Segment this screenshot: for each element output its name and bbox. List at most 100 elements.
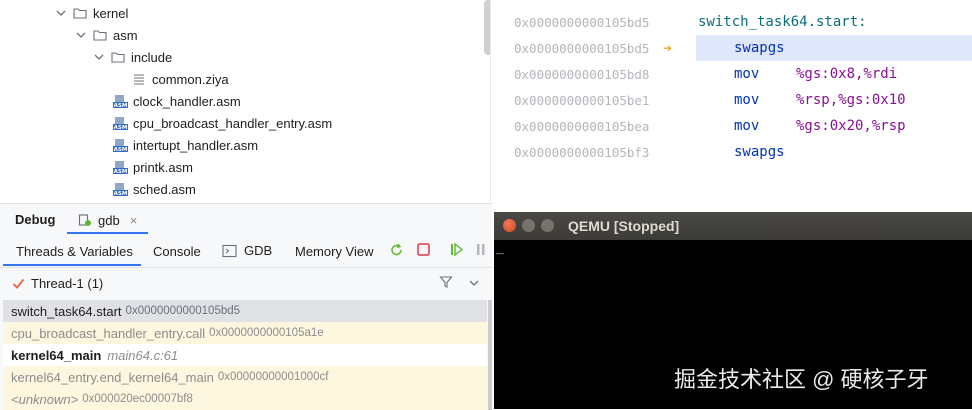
separator xyxy=(0,267,492,268)
disasm-row[interactable]: 0x0000000000105bd8 mov %gs:0x8,%rdi xyxy=(491,61,972,87)
tree-item-sched[interactable]: ASM sched.asm xyxy=(113,178,196,200)
debug-config-icon xyxy=(78,214,91,226)
frame-location: 0x0000000000105a1e xyxy=(209,327,324,339)
disasm-address: 0x0000000000105be1 xyxy=(514,92,650,108)
disasm-row[interactable]: 0x0000000000105bea mov %gs:0x20,%rsp xyxy=(491,113,972,139)
debug-panel: Debug gdb × Threads & Variables Console … xyxy=(0,203,492,410)
folder-icon xyxy=(73,8,87,19)
svg-text:ASM: ASM xyxy=(114,191,128,197)
resume-icon[interactable] xyxy=(449,242,464,257)
disassembly-view: 0x0000000000105bd5 switch_task64.start: … xyxy=(491,0,972,205)
frame-name: kernel64_entry.end_kernel64_main xyxy=(11,369,214,385)
asm-file-icon: ASM xyxy=(113,94,128,109)
tab-gdb[interactable]: GDB xyxy=(222,243,272,258)
chevron-down-icon[interactable] xyxy=(468,277,480,289)
thread-selector[interactable]: Thread-1 (1) xyxy=(12,272,103,294)
asm-file-icon: ASM xyxy=(113,116,128,131)
asm-file-icon: ASM xyxy=(113,182,128,197)
frames-scrollbar[interactable] xyxy=(488,300,492,410)
tree-item-label: intertupt_handler.asm xyxy=(133,137,259,153)
frame-location: 0x0000000000105bd5 xyxy=(125,305,241,317)
frame-name: kernel64_main xyxy=(11,347,102,363)
disasm-label: switch_task64.start: xyxy=(698,14,867,30)
disasm-row[interactable]: 0x0000000000105bf3 swapgs xyxy=(491,139,972,165)
tree-item-label: include xyxy=(131,49,173,65)
tree-item-label: cpu_broadcast_handler_entry.asm xyxy=(133,115,333,131)
svg-text:ASM: ASM xyxy=(114,125,128,131)
disasm-operands: %gs:0x20,%rsp xyxy=(796,118,906,134)
maximize-window-button[interactable] xyxy=(541,219,554,232)
svg-text:ASM: ASM xyxy=(114,103,128,109)
stack-frame[interactable]: kernel64_entry.end_kernel64_main 0x00000… xyxy=(3,366,487,388)
tab-threads-variables[interactable]: Threads & Variables xyxy=(16,244,133,259)
tree-item-kernel[interactable]: kernel xyxy=(55,2,128,24)
stack-frame-selected[interactable]: switch_task64.start 0x0000000000105bd5 xyxy=(3,300,487,322)
svg-text:ASM: ASM xyxy=(114,169,128,175)
stack-frame[interactable]: cpu_broadcast_handler_entry.call 0x00000… xyxy=(3,322,487,344)
tree-item-include[interactable]: include xyxy=(93,46,172,68)
filter-icon[interactable] xyxy=(439,275,453,289)
tree-item-cpu-broadcast[interactable]: ASM cpu_broadcast_handler_entry.asm xyxy=(113,112,332,134)
active-subtab-indicator xyxy=(3,264,141,266)
disasm-address: 0x0000000000105bd5 xyxy=(514,40,650,56)
frame-name: cpu_broadcast_handler_entry.call xyxy=(11,325,206,341)
close-icon[interactable]: × xyxy=(130,213,138,228)
disasm-mnemonic: swapgs xyxy=(734,144,785,160)
disasm-mnemonic: mov xyxy=(734,66,760,82)
frame-name: <unknown> xyxy=(11,391,79,407)
tree-item-interrupt-handler[interactable]: ASM intertupt_handler.asm xyxy=(113,134,258,156)
tree-item-label: printk.asm xyxy=(133,159,193,175)
disasm-mnemonic: swapgs xyxy=(734,40,785,56)
tree-item-label: common.ziya xyxy=(152,71,229,87)
rerun-icon[interactable] xyxy=(389,242,405,258)
disasm-address: 0x0000000000105bf3 xyxy=(514,144,650,160)
active-tab-indicator xyxy=(67,232,148,234)
chevron-down-icon[interactable] xyxy=(93,51,105,63)
debug-title: Debug xyxy=(15,212,56,227)
tab-console[interactable]: Console xyxy=(153,244,201,259)
tree-item-label: asm xyxy=(113,27,138,43)
chevron-down-icon[interactable] xyxy=(55,7,67,19)
stack-frame[interactable]: kernel64_main main64.c:61 xyxy=(3,344,487,366)
frame-location: 0x00000000001000cf xyxy=(217,371,329,383)
disasm-row-current[interactable]: 0x0000000000105bd5 ➔ swapgs xyxy=(491,35,972,61)
watermark: 掘金技术社区 @ 硬核子牙 xyxy=(674,367,929,392)
qemu-titlebar[interactable]: QEMU [Stopped] xyxy=(494,212,972,240)
tab-gdb-label: GDB xyxy=(244,243,273,258)
tree-item-label: clock_handler.asm xyxy=(133,93,241,109)
frame-location: main64.c:61 xyxy=(107,347,179,363)
frame-name: switch_task64.start xyxy=(11,303,122,319)
qemu-title: QEMU [Stopped] xyxy=(568,218,680,234)
folder-icon xyxy=(93,30,107,41)
terminal-icon xyxy=(222,244,237,257)
tree-item-clock-handler[interactable]: ASM clock_handler.asm xyxy=(113,90,241,112)
disasm-row[interactable]: 0x0000000000105be1 mov %rsp,%gs:0x10 xyxy=(491,87,972,113)
pause-icon[interactable] xyxy=(475,242,487,257)
asm-file-icon: ASM xyxy=(113,160,128,175)
tab-memory-view[interactable]: Memory View xyxy=(295,244,374,259)
disasm-operands: %gs:0x8,%rdi xyxy=(796,66,898,82)
stop-icon[interactable] xyxy=(416,242,431,257)
folder-icon xyxy=(111,52,125,63)
stack-frame[interactable]: <unknown> 0x000020ec00007bf8 xyxy=(3,388,487,410)
tree-item-common-ziya[interactable]: common.ziya xyxy=(132,68,229,90)
tree-item-asm[interactable]: asm xyxy=(75,24,138,46)
tree-item-label: kernel xyxy=(93,5,129,21)
session-tab-label: gdb xyxy=(98,212,120,228)
disasm-mnemonic: mov xyxy=(734,92,760,108)
asm-file-icon: ASM xyxy=(113,138,128,153)
close-window-button[interactable] xyxy=(503,219,516,232)
frame-location: 0x000020ec00007bf8 xyxy=(82,393,193,405)
minimize-window-button[interactable] xyxy=(522,219,535,232)
disasm-address: 0x0000000000105bd8 xyxy=(514,66,650,82)
tab-gdb-session[interactable]: gdb × xyxy=(78,210,137,230)
tree-item-printk[interactable]: ASM printk.asm xyxy=(113,156,193,178)
chevron-down-icon[interactable] xyxy=(75,29,87,41)
disasm-row[interactable]: 0x0000000000105bd5 switch_task64.start: xyxy=(491,9,972,35)
thread-label: Thread-1 (1) xyxy=(31,275,104,291)
project-tree: kernel asm include common.ziya ASM clock… xyxy=(0,0,487,200)
disasm-mnemonic: mov xyxy=(734,118,760,134)
svg-text:ASM: ASM xyxy=(114,147,128,153)
terminal-cursor: _ xyxy=(496,240,504,255)
disasm-address: 0x0000000000105bea xyxy=(514,118,650,134)
